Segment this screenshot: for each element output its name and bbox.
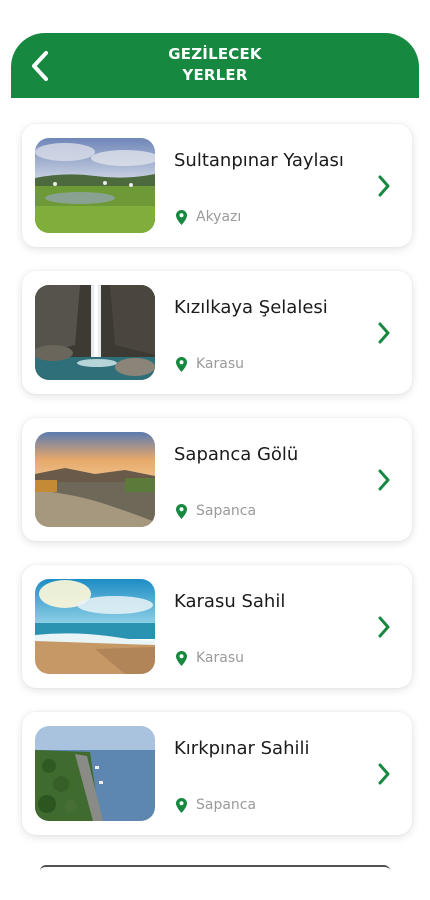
place-location-text: Sapanca <box>196 503 257 519</box>
chevron-right-icon <box>378 175 390 196</box>
place-location-text: Karasu <box>196 650 245 666</box>
map-pin-icon <box>176 650 187 666</box>
app-header: GEZİLECEK YERLER <box>11 33 419 98</box>
chevron-right-icon <box>378 469 390 490</box>
place-location-text: Akyazı <box>196 209 242 225</box>
page-title-line-2: YERLER <box>182 66 248 84</box>
place-location: Karasu <box>176 650 244 666</box>
place-location: Sapanca <box>176 503 256 519</box>
place-image-sultanpinar <box>35 138 155 233</box>
chevron-right-icon <box>378 616 390 637</box>
place-location-text: Karasu <box>196 356 245 372</box>
place-card-kizilkaya[interactable]: Kızılkaya Şelalesi Karasu <box>22 271 412 394</box>
place-name: Karasu Sahil <box>174 591 286 612</box>
page-title: GEZİLECEK YERLER <box>11 44 419 86</box>
place-image-kirkpinar <box>35 726 155 821</box>
place-card-karasu-sahil[interactable]: Karasu Sahil Karasu <box>22 565 412 688</box>
partial-next-card <box>40 865 390 871</box>
place-location: Karasu <box>176 356 244 372</box>
place-location: Akyazı <box>176 209 241 225</box>
open-place-button[interactable] <box>374 320 394 346</box>
place-name: Sultanpınar Yaylası <box>174 150 344 171</box>
place-image-kizilkaya <box>35 285 155 380</box>
place-image-sapanca-golu <box>35 432 155 527</box>
places-list: Sultanpınar Yaylası Akyazı Kızılkaya Şel… <box>22 124 412 859</box>
open-place-button[interactable] <box>374 173 394 199</box>
open-place-button[interactable] <box>374 467 394 493</box>
place-image-karasu-sahil <box>35 579 155 674</box>
map-pin-icon <box>176 503 187 519</box>
open-place-button[interactable] <box>374 614 394 640</box>
chevron-right-icon <box>378 322 390 343</box>
map-pin-icon <box>176 797 187 813</box>
place-name: Kızılkaya Şelalesi <box>174 297 328 318</box>
place-card-kirkpinar[interactable]: Kırkpınar Sahili Sapanca <box>22 712 412 835</box>
map-pin-icon <box>176 356 187 372</box>
place-card-sapanca-golu[interactable]: Sapanca Gölü Sapanca <box>22 418 412 541</box>
chevron-right-icon <box>378 763 390 784</box>
map-pin-icon <box>176 209 187 225</box>
place-card-sultanpinar[interactable]: Sultanpınar Yaylası Akyazı <box>22 124 412 247</box>
page-title-line-1: GEZİLECEK <box>168 45 262 63</box>
place-location: Sapanca <box>176 797 256 813</box>
place-location-text: Sapanca <box>196 797 257 813</box>
place-name: Sapanca Gölü <box>174 444 299 465</box>
open-place-button[interactable] <box>374 761 394 787</box>
place-name: Kırkpınar Sahili <box>174 738 310 759</box>
